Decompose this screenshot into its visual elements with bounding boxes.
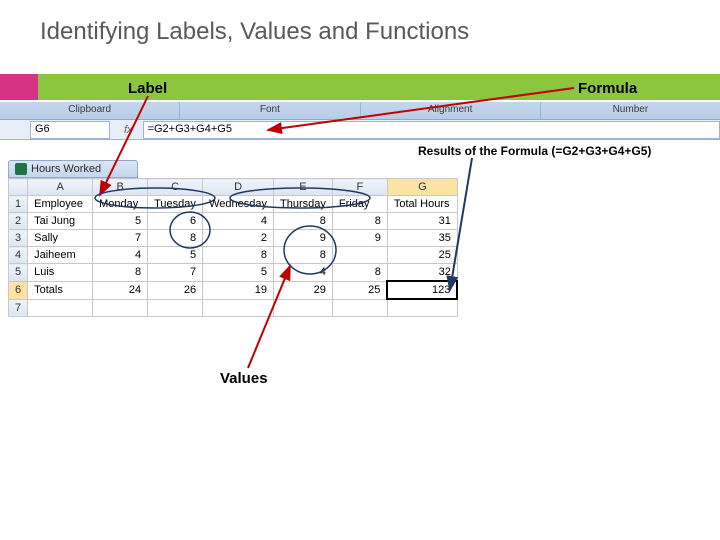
fx-icon[interactable]: fx: [124, 124, 133, 136]
table-row: 4 Jaiheem 4 5 8 8 25: [9, 247, 458, 264]
spreadsheet: Hours Worked A B C D E F G 1 Employee Mo…: [8, 160, 478, 317]
cell[interactable]: Tuesday: [148, 196, 203, 213]
cell[interactable]: 8: [332, 264, 387, 282]
cell[interactable]: [28, 299, 93, 316]
cell[interactable]: 8: [203, 247, 274, 264]
cell[interactable]: 31: [387, 213, 457, 230]
cell[interactable]: [387, 299, 457, 316]
cell[interactable]: 6: [148, 213, 203, 230]
row-header-1[interactable]: 1: [9, 196, 28, 213]
cell[interactable]: 32: [387, 264, 457, 282]
cell[interactable]: Monday: [93, 196, 148, 213]
cell[interactable]: Totals: [28, 281, 93, 299]
cell[interactable]: Thursday: [274, 196, 333, 213]
cell[interactable]: Friday: [332, 196, 387, 213]
formula-bar: G6 fx =G2+G3+G4+G5: [0, 120, 720, 140]
col-header-D[interactable]: D: [203, 179, 274, 196]
row-header-2[interactable]: 2: [9, 213, 28, 230]
col-header-C[interactable]: C: [148, 179, 203, 196]
cell[interactable]: 9: [332, 230, 387, 247]
ribbon-group-alignment[interactable]: Alignment: [361, 102, 541, 119]
col-header-A[interactable]: A: [28, 179, 93, 196]
cell[interactable]: Employee: [28, 196, 93, 213]
cell[interactable]: 19: [203, 281, 274, 299]
ribbon-group-font[interactable]: Font: [180, 102, 360, 119]
name-box[interactable]: G6: [30, 121, 110, 139]
annotation-values: Values: [220, 370, 268, 387]
cell[interactable]: [148, 299, 203, 316]
cell[interactable]: 8: [332, 213, 387, 230]
workbook-tab[interactable]: Hours Worked: [8, 160, 138, 178]
row-header-6[interactable]: 6: [9, 281, 28, 299]
cell[interactable]: 2: [203, 230, 274, 247]
col-header-B[interactable]: B: [93, 179, 148, 196]
row-header-4[interactable]: 4: [9, 247, 28, 264]
cell-selected[interactable]: 123: [387, 281, 457, 299]
cell[interactable]: [203, 299, 274, 316]
cell[interactable]: 7: [93, 230, 148, 247]
cell[interactable]: Wednesday: [203, 196, 274, 213]
cell[interactable]: 5: [203, 264, 274, 282]
excel-icon: [15, 163, 27, 175]
cell[interactable]: [274, 299, 333, 316]
cell[interactable]: 4: [274, 264, 333, 282]
cell[interactable]: 35: [387, 230, 457, 247]
cell[interactable]: Tai Jung: [28, 213, 93, 230]
cell[interactable]: 4: [203, 213, 274, 230]
row-header-3[interactable]: 3: [9, 230, 28, 247]
cell[interactable]: 5: [93, 213, 148, 230]
cell[interactable]: 9: [274, 230, 333, 247]
table-row: 5 Luis 8 7 5 4 8 32: [9, 264, 458, 282]
col-header-E[interactable]: E: [274, 179, 333, 196]
table-row: 7: [9, 299, 458, 316]
cell[interactable]: [332, 299, 387, 316]
ribbon: Clipboard Font Alignment Number: [0, 102, 720, 120]
col-header-row: A B C D E F G: [9, 179, 458, 196]
table-row: 1 Employee Monday Tuesday Wednesday Thur…: [9, 196, 458, 213]
table-row: 2 Tai Jung 5 6 4 8 8 31: [9, 213, 458, 230]
accent-bar-pink: [0, 74, 38, 100]
cell[interactable]: 5: [148, 247, 203, 264]
annotation-formula: Formula: [578, 80, 637, 97]
cell[interactable]: 25: [332, 281, 387, 299]
col-header-G[interactable]: G: [387, 179, 457, 196]
cell[interactable]: 7: [148, 264, 203, 282]
workbook-name: Hours Worked: [31, 163, 101, 175]
cell[interactable]: 25: [387, 247, 457, 264]
cell[interactable]: [332, 247, 387, 264]
table-row: 3 Sally 7 8 2 9 9 35: [9, 230, 458, 247]
cell[interactable]: 8: [93, 264, 148, 282]
worksheet-grid[interactable]: A B C D E F G 1 Employee Monday Tuesday …: [8, 178, 458, 317]
cell[interactable]: 26: [148, 281, 203, 299]
cell[interactable]: Jaiheem: [28, 247, 93, 264]
cell[interactable]: 29: [274, 281, 333, 299]
table-row: 6 Totals 24 26 19 29 25 123: [9, 281, 458, 299]
cell[interactable]: 8: [274, 213, 333, 230]
col-header-F[interactable]: F: [332, 179, 387, 196]
cell[interactable]: Sally: [28, 230, 93, 247]
cell[interactable]: 8: [274, 247, 333, 264]
cell[interactable]: [93, 299, 148, 316]
ribbon-group-number[interactable]: Number: [541, 102, 720, 119]
row-header-7[interactable]: 7: [9, 299, 28, 316]
cell[interactable]: 24: [93, 281, 148, 299]
annotation-label: Label: [128, 80, 167, 97]
cell[interactable]: Luis: [28, 264, 93, 282]
ribbon-group-clipboard[interactable]: Clipboard: [0, 102, 180, 119]
cell[interactable]: Total Hours: [387, 196, 457, 213]
formula-input[interactable]: =G2+G3+G4+G5: [143, 121, 720, 139]
cell[interactable]: 8: [148, 230, 203, 247]
cell[interactable]: 4: [93, 247, 148, 264]
annotation-results: Results of the Formula (=G2+G3+G4+G5): [418, 144, 651, 158]
row-header-5[interactable]: 5: [9, 264, 28, 282]
select-all-corner[interactable]: [9, 179, 28, 196]
slide-title: Identifying Labels, Values and Functions: [40, 18, 469, 46]
